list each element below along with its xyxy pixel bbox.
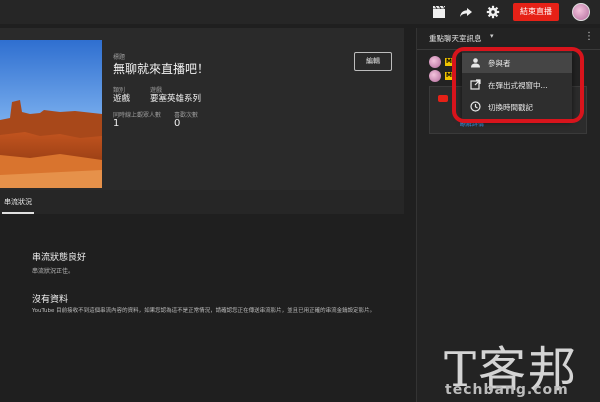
end-stream-button[interactable]: 結束直播 — [513, 3, 559, 21]
tab-stream-health[interactable]: 串流狀況 — [2, 190, 34, 214]
avatar — [429, 70, 441, 82]
gear-icon[interactable] — [486, 5, 500, 19]
tab-bar: 串流狀況 — [0, 190, 404, 214]
edit-button[interactable]: 編輯 — [354, 52, 392, 71]
person-icon — [470, 57, 481, 68]
chat-options-menu: 參與者 在彈出式視窗中... 切換時間戳記 — [462, 51, 572, 120]
game-value: 要塞英雄系列 — [150, 94, 202, 104]
menu-item-label: 參與者 — [488, 59, 511, 68]
chat-header: 重點聊天室訊息 ▾ ⋮ — [417, 28, 600, 50]
clapperboard-icon[interactable] — [432, 5, 446, 19]
health-status-subtitle: 串流狀況正佳。 — [32, 268, 75, 275]
health-status-title: 串流狀態良好 — [32, 253, 87, 263]
youtube-icon — [438, 95, 448, 102]
stream-info-panel: 標題 無聊就來直播吧！ 類別 遊戲 遊戲 要塞英雄系列 同時線上觀眾人數 1 喜… — [0, 28, 404, 190]
menu-item-toggle-timestamps[interactable]: 切換時間戳記 — [462, 97, 572, 117]
no-data-title: 沒有資料 — [32, 295, 69, 305]
concurrent-viewers-label: 同時線上觀眾人數 — [113, 112, 162, 119]
learn-more-link[interactable]: 瞭解詳情 — [460, 119, 484, 128]
top-bar: 結束直播 — [0, 0, 600, 24]
member-badge: M — [445, 58, 453, 66]
menu-item-popout[interactable]: 在彈出式視窗中... — [462, 75, 572, 95]
concurrent-viewers-value: 1 — [113, 118, 120, 129]
avatar — [429, 56, 441, 68]
category-value: 遊戲 — [113, 94, 131, 104]
member-badge: M — [445, 72, 453, 80]
menu-item-participants[interactable]: 參與者 — [462, 53, 572, 73]
no-data-text: YouTube 目前接收不到這個串流內容的資料，如果您認為這不是正常情況，請確認… — [32, 308, 376, 314]
avatar[interactable] — [572, 3, 590, 21]
stream-health-section: 串流狀態良好 串流狀況正佳。 沒有資料 YouTube 目前接收不到這個串流內容… — [0, 214, 404, 402]
menu-item-label: 在彈出式視窗中... — [488, 81, 548, 90]
likes-value: 0 — [174, 118, 181, 129]
popout-icon — [470, 79, 481, 90]
watermark-english: techbang.com — [445, 382, 569, 398]
more-options-icon[interactable]: ⋮ — [584, 31, 594, 42]
chat-mode-selector[interactable]: 重點聊天室訊息 — [429, 33, 482, 44]
share-icon[interactable] — [459, 5, 473, 19]
clock-icon — [470, 101, 481, 112]
chevron-down-icon[interactable]: ▾ — [490, 32, 494, 40]
stream-thumbnail — [0, 40, 102, 188]
stream-title: 無聊就來直播吧！ — [113, 62, 210, 76]
menu-item-label: 切換時間戳記 — [488, 103, 533, 112]
